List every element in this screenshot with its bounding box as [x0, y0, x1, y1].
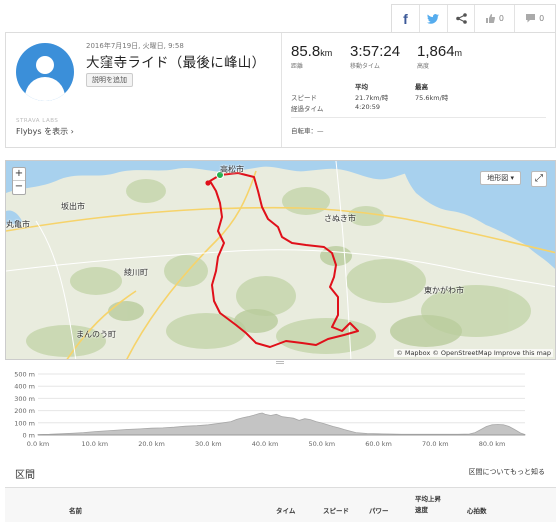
details-divider — [291, 117, 546, 118]
thumbs-up-icon — [485, 14, 495, 23]
avatar[interactable] — [16, 43, 74, 101]
flybys-link[interactable]: Flybys を表示 › — [16, 126, 74, 137]
comment-icon — [526, 14, 536, 23]
place-takamatsu: 高松市 — [220, 165, 244, 174]
map-attribution[interactable]: © Mapbox © OpenStreetMap Improve this ma… — [394, 349, 553, 357]
elevation-y-tick: 500 m — [14, 371, 35, 379]
strava-labs-label: STRAVA LABS — [16, 118, 59, 124]
elevation-y-tick: 100 m — [14, 419, 35, 427]
elevation-stat: 1,864m 高度 — [417, 43, 462, 70]
elevation-x-tick: 80.0 km — [479, 440, 506, 448]
place-ayagawa: 綾川町 — [124, 268, 148, 277]
speed-average: 21.7km/時 — [355, 94, 389, 102]
moving-time-stat: 3:57:24 移動タイム — [350, 43, 400, 70]
average-header: 平均 — [355, 83, 368, 91]
elevation-y-tick: 400 m — [14, 383, 35, 391]
add-description-button[interactable]: 説明を追加 — [86, 73, 133, 87]
elevation-y-tick: 200 m — [14, 407, 35, 415]
share-button[interactable] — [448, 5, 476, 32]
place-manno: まんのう町 — [76, 330, 116, 339]
distance-stat: 85.8km 距離 — [291, 43, 332, 70]
comment-count: 0 — [539, 14, 545, 23]
segments-learn-more-link[interactable]: 区間についてもっと知る — [469, 467, 545, 477]
place-higashikagawa: 東かがわ市 — [424, 286, 464, 295]
segments-heading: 区間 — [15, 470, 35, 481]
elevation-y-tick: 0 m — [22, 432, 35, 440]
kudos-button[interactable]: 0 — [475, 5, 516, 32]
activity-title: 大窪寺ライド（最後に峰山） — [86, 55, 266, 71]
comment-button[interactable]: 0 — [515, 5, 555, 32]
speed-max: 75.6km/時 — [415, 94, 449, 102]
activity-summary-card: 2016年7月19日, 火曜日, 9:58 大窪寺ライド（最後に峰山） 説明を追… — [5, 32, 556, 148]
twitter-share-button[interactable] — [420, 5, 448, 32]
place-sakaide: 坂出市 — [61, 202, 85, 211]
max-header: 最高 — [415, 83, 428, 91]
elevation-x-tick: 10.0 km — [81, 440, 108, 448]
avatar-head-shape — [36, 56, 54, 74]
elevation-y-tick: 300 m — [14, 395, 35, 403]
share-icon — [455, 13, 467, 24]
map-layer-select[interactable]: 地形図 ▾ — [480, 171, 521, 185]
elevation-unit: m — [454, 48, 463, 58]
col-time[interactable]: タイム — [276, 505, 295, 515]
moving-time-value: 3:57:24 — [350, 43, 401, 60]
bike-label: 自転車：— — [291, 127, 324, 135]
elevation-x-tick: 50.0 km — [308, 440, 335, 448]
card-divider — [281, 33, 282, 147]
col-avg-grade[interactable]: 平均上昇速度 — [415, 494, 445, 516]
elevation-x-tick: 20.0 km — [138, 440, 165, 448]
elevation-x-tick: 60.0 km — [365, 440, 392, 448]
twitter-icon — [427, 13, 440, 24]
zoom-in-button[interactable]: + — [13, 168, 25, 181]
elevation-profile[interactable]: 500 m 400 m 300 m 200 m 100 m 0 m 0.0 km 10.0 k… — [5, 366, 556, 458]
moving-time-label: 移動タイム — [350, 63, 380, 70]
place-marugame: 丸亀市 — [6, 220, 30, 229]
fullscreen-button[interactable]: ⤢ — [531, 171, 547, 187]
speed-label: スピード — [291, 94, 317, 102]
col-power[interactable]: パワー — [369, 505, 389, 515]
elevation-value: 1,864 — [417, 43, 455, 60]
distance-unit: km — [320, 48, 333, 58]
segments-table-header: 名前 タイム スピード パワー 平均上昇速度 心拍数 — [5, 487, 556, 522]
distance-label: 距離 — [291, 63, 304, 70]
route-map[interactable]: 高松市 坂出市 丸亀市 さぬき市 東かがわ市 綾川町 まんのう町 + − 地形図… — [5, 160, 556, 360]
distance-value: 85.8 — [291, 43, 321, 60]
elevation-x-tick: 70.0 km — [422, 440, 449, 448]
map-resize-handle[interactable] — [276, 361, 284, 364]
activity-date: 2016年7月19日, 火曜日, 9:58 — [86, 42, 184, 50]
elapsed-time-value: 4:20:59 — [355, 103, 381, 111]
elevation-area — [37, 412, 526, 436]
place-sanuki: さぬき市 — [324, 214, 356, 223]
elapsed-time-label: 経過タイム — [291, 105, 324, 113]
elevation-x-tick: 0.0 km — [27, 440, 50, 448]
elevation-chart: 500 m 400 m 300 m 200 m 100 m 0 m0.0 km 10.0 k… — [14, 371, 526, 448]
kudos-count: 0 — [498, 14, 504, 23]
share-bar: f 0 0 — [391, 4, 556, 32]
col-speed[interactable]: スピード — [323, 505, 349, 515]
elevation-label: 高度 — [417, 63, 430, 70]
col-name[interactable]: 名前 — [69, 505, 82, 515]
elevation-x-tick: 30.0 km — [195, 440, 222, 448]
zoom-control: + − — [12, 167, 26, 195]
facebook-share-button[interactable]: f — [392, 5, 420, 32]
col-heart-rate[interactable]: 心拍数 — [467, 505, 487, 515]
zoom-out-button[interactable]: − — [13, 181, 25, 194]
elevation-x-tick: 40.0 km — [252, 440, 279, 448]
avatar-body-shape — [25, 77, 65, 101]
facebook-icon: f — [403, 10, 408, 27]
